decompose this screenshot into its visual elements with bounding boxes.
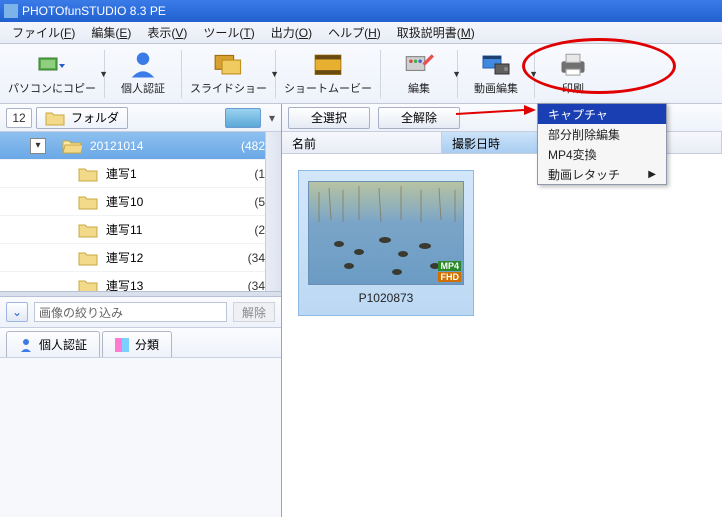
folder-icon xyxy=(78,194,98,210)
tool-print[interactable]: 印刷 xyxy=(537,50,609,98)
thumbnail-image: MP4 FHD xyxy=(308,181,464,285)
tool-video-edit[interactable]: 動画編集 ▼ xyxy=(460,50,532,98)
menu-bar: ファイル(F) 編集(E) 表示(V) ツール(T) 出力(O) ヘルプ(H) … xyxy=(0,22,722,44)
slideshow-icon xyxy=(214,52,244,78)
thumbnail-item[interactable]: MP4 FHD P1020873 xyxy=(298,170,474,316)
filter-input[interactable] xyxy=(34,302,227,322)
tool-edit[interactable]: 編集 ▼ xyxy=(383,50,455,98)
dd-capture[interactable]: キャプチャ xyxy=(538,104,666,124)
tree-root[interactable]: ▾ 20121014 (482) xyxy=(0,132,281,160)
tool-copy-to-pc[interactable]: パソコンにコピー ▼ xyxy=(2,50,102,98)
tree-item[interactable]: 連写10(5) xyxy=(0,188,281,216)
submenu-arrow-icon: ▶ xyxy=(648,169,656,180)
tree-item[interactable]: 連写1(1) xyxy=(0,160,281,188)
tree-item[interactable]: 連写11(2) xyxy=(0,216,281,244)
filter-clear[interactable]: 解除 xyxy=(233,302,275,322)
dd-mp4-convert[interactable]: MP4変換 xyxy=(538,144,666,164)
thumbnail-toggle[interactable] xyxy=(225,108,261,128)
menu-output[interactable]: 出力(O) xyxy=(263,22,320,43)
toolbar: パソコンにコピー ▼ 個人認証 スライドショー ▼ ショートムービー 編集 ▼ … xyxy=(0,44,722,104)
thumbnail-name: P1020873 xyxy=(359,291,414,305)
folder-tree[interactable]: ▾ 20121014 (482) 連写1(1)連写10(5)連写11(2)連写1… xyxy=(0,132,281,291)
title-bar: PHOTOfunSTUDIO 8.3 PE xyxy=(0,0,722,22)
dd-video-retouch[interactable]: 動画レタッチ▶ xyxy=(538,164,666,184)
copy-icon xyxy=(37,52,67,78)
left-panel: 12 フォルダ ▾ ▾ 20121014 (482) 連写1(1)連写10(5)… xyxy=(0,104,282,517)
person-icon xyxy=(19,338,33,352)
tag-icon xyxy=(115,338,129,352)
printer-icon xyxy=(558,52,588,78)
tab-category[interactable]: 分類 xyxy=(102,331,172,357)
menu-tool[interactable]: ツール(T) xyxy=(195,22,262,43)
tool-slideshow[interactable]: スライドショー ▼ xyxy=(184,50,273,98)
video-edit-icon xyxy=(481,52,511,78)
film-icon xyxy=(313,52,343,78)
tab-content xyxy=(0,357,281,517)
tree-item[interactable]: 連写12(34) xyxy=(0,244,281,272)
video-edit-dropdown: キャプチャ 部分削除編集 MP4変換 動画レタッチ▶ xyxy=(537,103,667,185)
folder-open-icon xyxy=(62,138,82,154)
person-icon xyxy=(128,52,158,78)
collapse-icon[interactable]: ▾ xyxy=(30,138,46,154)
folder-icon xyxy=(78,278,98,292)
tool-short-movie[interactable]: ショートムービー xyxy=(278,50,378,98)
folder-button[interactable]: フォルダ xyxy=(36,107,128,129)
thumbnail-area[interactable]: MP4 FHD P1020873 xyxy=(282,154,722,517)
app-title: PHOTOfunSTUDIO 8.3 PE xyxy=(22,4,166,18)
tree-scrollbar[interactable] xyxy=(265,132,281,291)
menu-file[interactable]: ファイル(F) xyxy=(4,22,83,43)
folder-icon xyxy=(78,222,98,238)
select-all-button[interactable]: 全選択 xyxy=(288,107,370,129)
menu-view[interactable]: 表示(V) xyxy=(139,22,195,43)
calendar-button[interactable]: 12 xyxy=(6,108,32,128)
deselect-all-button[interactable]: 全解除 xyxy=(378,107,460,129)
menu-edit[interactable]: 編集(E) xyxy=(83,22,139,43)
folder-icon xyxy=(45,110,65,126)
tree-item[interactable]: 連写13(34) xyxy=(0,272,281,291)
col-name[interactable]: 名前 xyxy=(282,132,442,153)
thumbnail-badges: MP4 FHD xyxy=(438,261,461,282)
menu-help[interactable]: ヘルプ(H) xyxy=(320,22,389,43)
palette-icon xyxy=(404,52,434,78)
tab-person[interactable]: 個人認証 xyxy=(6,331,100,357)
chevron-down-icon[interactable]: ▾ xyxy=(269,111,275,125)
menu-manual[interactable]: 取扱説明書(M) xyxy=(389,22,483,43)
filter-expand[interactable]: ⌄ xyxy=(6,302,28,322)
tool-person-auth[interactable]: 個人認証 xyxy=(107,50,179,98)
dd-partial-delete[interactable]: 部分削除編集 xyxy=(538,124,666,144)
folder-icon xyxy=(78,166,98,182)
app-icon xyxy=(4,4,18,18)
folder-icon xyxy=(78,250,98,266)
